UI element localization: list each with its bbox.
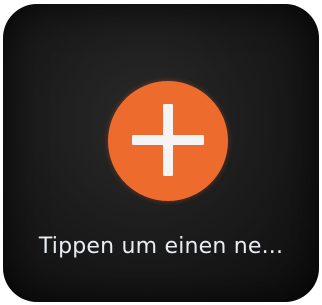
device-frame: Tippen um einen ne...: [0, 0, 322, 305]
add-hint-label: Tippen um einen ne...: [38, 234, 284, 259]
watch-screen: Tippen um einen ne...: [3, 4, 319, 302]
plus-icon-vertical-bar: [163, 104, 173, 176]
add-button[interactable]: [108, 81, 228, 201]
